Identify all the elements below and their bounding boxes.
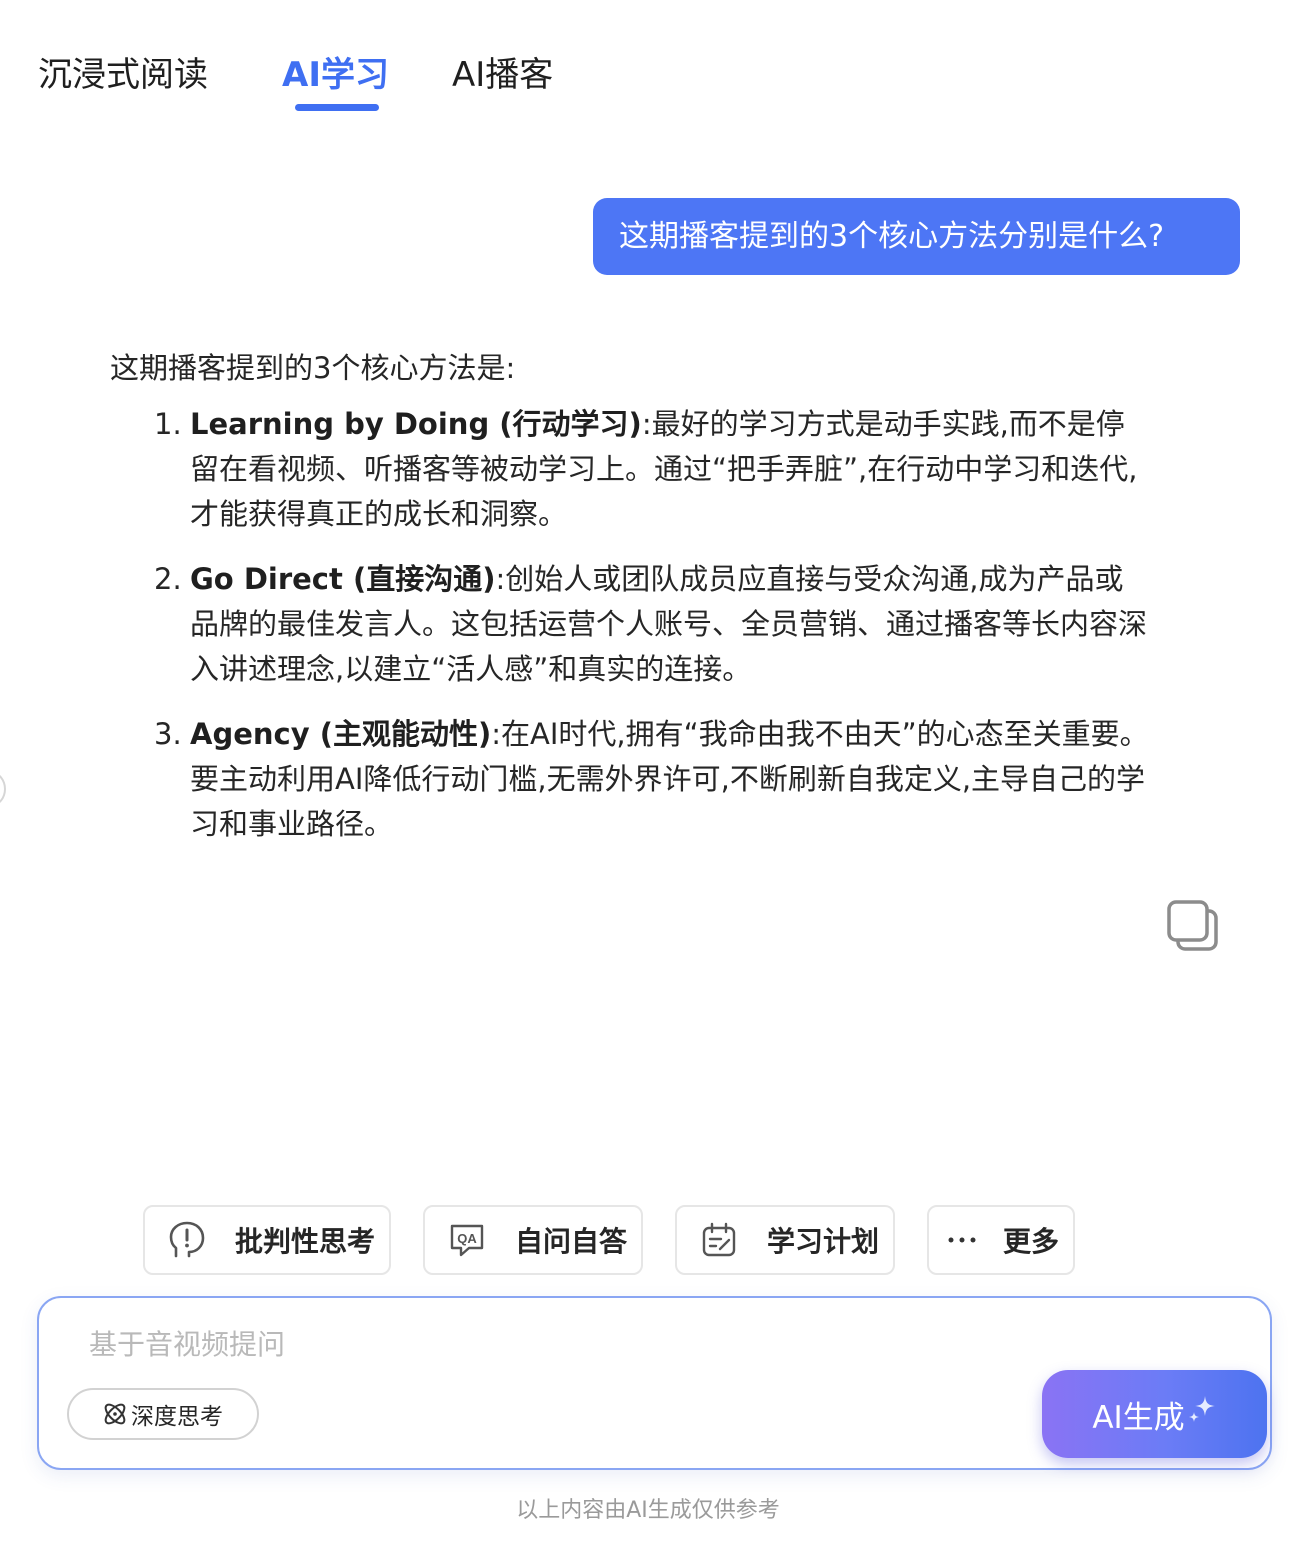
generate-label: AI生成 (1092, 1399, 1185, 1436)
tab-ai-learning[interactable]: AI学习 (282, 48, 389, 102)
item-number: 1. (154, 407, 182, 441)
tab-immersive-reading[interactable]: 沉浸式阅读 (38, 48, 208, 102)
list-item: 1. Learning by Doing (行动学习):最好的学习方式是动手实践… (110, 402, 1150, 537)
svg-text:QA: QA (457, 1231, 477, 1246)
qa-bubble-icon: QA (447, 1220, 487, 1260)
answer-list: 1. Learning by Doing (行动学习):最好的学习方式是动手实践… (110, 402, 1170, 847)
head-exclamation-icon (167, 1220, 207, 1260)
answer-intro: 这期播客提到的3个核心方法是: (110, 351, 516, 385)
active-tab-indicator (295, 104, 379, 111)
deep-think-toggle[interactable]: 深度思考 (67, 1388, 259, 1440)
atom-icon (101, 1400, 129, 1428)
question-input[interactable] (87, 1318, 991, 1370)
more-button[interactable]: 更多 (927, 1205, 1075, 1275)
item-term: Agency (主观能动性) (190, 717, 492, 751)
deep-think-label: 深度思考 (131, 1404, 223, 1430)
chip-label: 更多 (1003, 1225, 1060, 1258)
user-message-bubble: 这期播客提到的3个核心方法分别是什么? (593, 198, 1240, 275)
critical-thinking-button[interactable]: 批判性思考 (143, 1205, 391, 1275)
copy-button[interactable] (1165, 898, 1221, 954)
ai-generate-button[interactable]: AI生成 (1042, 1370, 1267, 1458)
copy-icon (1167, 900, 1218, 951)
side-handle[interactable] (0, 772, 6, 806)
list-item: 2. Go Direct (直接沟通):创始人或团队成员应直接与受众沟通,成为产… (110, 557, 1150, 692)
study-plan-button[interactable]: 学习计划 (675, 1205, 895, 1275)
sparkle-icon (1188, 1396, 1215, 1422)
chip-label: 学习计划 (767, 1225, 880, 1258)
item-term: Learning by Doing (行动学习) (190, 407, 642, 441)
tab-ai-podcast[interactable]: AI播客 (452, 48, 553, 102)
ai-disclaimer: 以上内容由AI生成仅供参考 (516, 1498, 780, 1523)
item-number: 2. (154, 562, 182, 596)
self-qa-button[interactable]: QA 自问自答 (423, 1205, 643, 1275)
more-dots-icon (947, 1220, 977, 1260)
chip-label: 自问自答 (515, 1225, 628, 1258)
item-number: 3. (154, 717, 182, 751)
chip-label: 批判性思考 (235, 1225, 376, 1258)
calendar-plan-icon (699, 1220, 739, 1260)
question-composer: 深度思考 AI生成 (37, 1296, 1272, 1470)
item-term: Go Direct (直接沟通) (190, 562, 496, 596)
list-item: 3. Agency (主观能动性):在AI时代,拥有“我命由我不由天”的心态至关… (110, 712, 1150, 847)
ai-answer: 这期播客提到的3个核心方法是: 1. Learning by Doing (行动… (110, 340, 1170, 867)
